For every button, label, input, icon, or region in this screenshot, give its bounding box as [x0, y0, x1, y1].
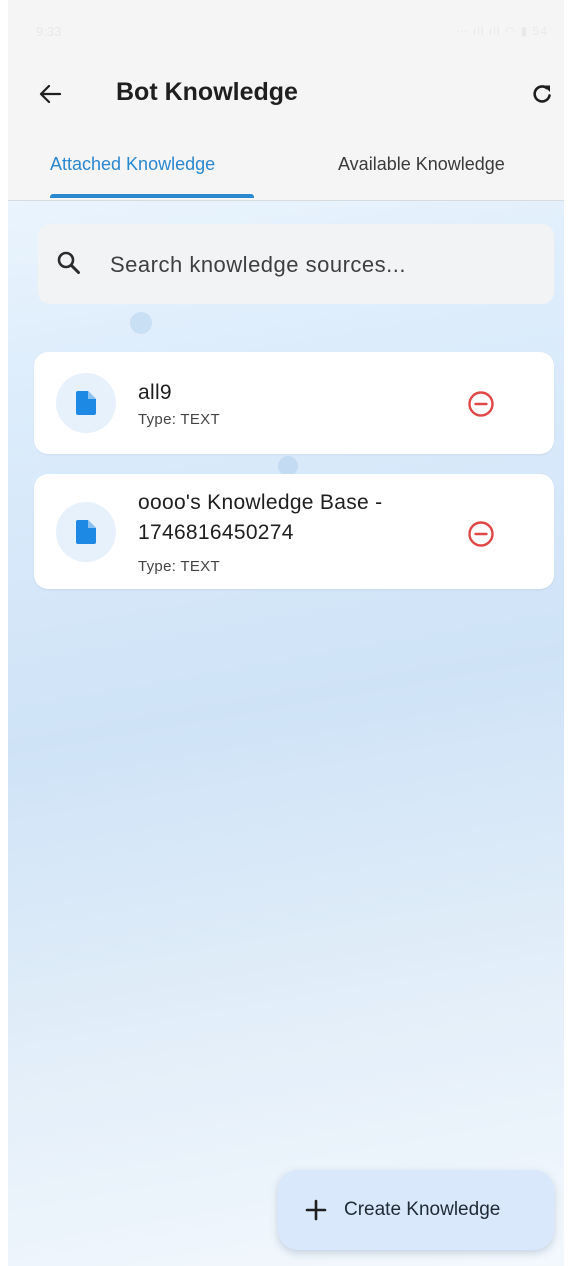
search-icon — [57, 251, 80, 274]
back-button[interactable] — [32, 76, 68, 112]
status-indicators: ⋯ ıll ıll ◠ ▮ 54 — [456, 24, 548, 38]
document-avatar — [56, 502, 116, 562]
status-indicators-text: ⋯ ıll ıll ◠ ▮ 54 — [455, 24, 548, 38]
search-bar — [38, 224, 554, 304]
active-tab-indicator — [50, 194, 254, 198]
tab-bar: Attached Knowledge Available Knowledge — [8, 130, 564, 201]
knowledge-item[interactable]: oooo's Knowledge Base - 1746816450274 Ty… — [34, 474, 554, 589]
document-avatar — [56, 373, 116, 433]
create-knowledge-label: Create Knowledge — [344, 1199, 501, 1220]
decorative-bubble — [130, 312, 152, 334]
knowledge-item-type: Type: TEXT — [138, 411, 220, 428]
tab-attached-knowledge[interactable]: Attached Knowledge — [50, 154, 215, 175]
status-time: 9:33 — [36, 24, 62, 39]
tab-available-knowledge[interactable]: Available Knowledge — [338, 154, 505, 175]
app-bar: Bot Knowledge — [8, 60, 564, 130]
document-icon — [76, 520, 96, 544]
knowledge-item[interactable]: all9 Type: TEXT — [34, 352, 554, 454]
page-title: Bot Knowledge — [116, 78, 298, 106]
plus-icon — [304, 1198, 328, 1222]
remove-circle-icon — [468, 521, 494, 547]
remove-knowledge-button[interactable] — [464, 517, 498, 551]
decorative-bubble — [278, 456, 298, 476]
status-bar: 9:33 ⋯ ıll ıll ◠ ▮ 54 — [8, 0, 564, 60]
search-input[interactable] — [108, 242, 532, 288]
remove-knowledge-button[interactable] — [464, 387, 498, 421]
remove-circle-icon — [468, 391, 494, 417]
arrow-left-icon — [39, 84, 61, 104]
document-icon — [76, 391, 96, 415]
knowledge-item-name: oooo's Knowledge Base - 1746816450274 — [138, 491, 383, 544]
knowledge-item-name: all9 — [138, 381, 172, 404]
create-knowledge-button[interactable]: Create Knowledge — [278, 1170, 554, 1250]
refresh-button[interactable] — [520, 76, 564, 112]
knowledge-item-type: Type: TEXT — [138, 558, 220, 575]
refresh-icon — [533, 85, 551, 103]
app-screen: 9:33 ⋯ ıll ıll ◠ ▮ 54 Bot Knowledge Atta… — [8, 0, 564, 1266]
